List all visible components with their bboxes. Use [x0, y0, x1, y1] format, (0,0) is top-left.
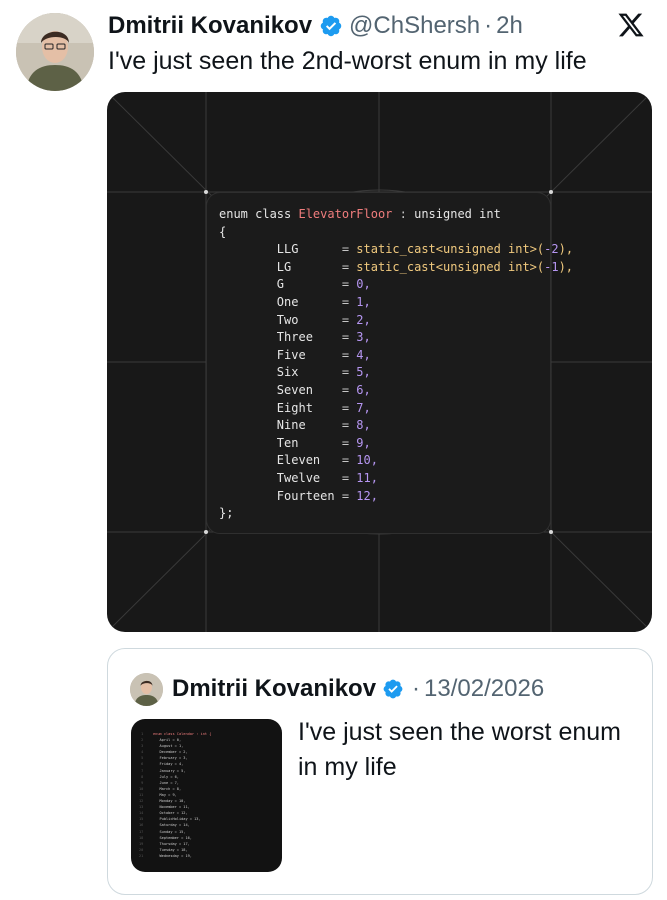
thumb-enum-member: May = 9, — [159, 792, 177, 797]
code-enum-value: 8, — [356, 418, 371, 433]
code-equals: = — [341, 277, 357, 292]
code-keyword: enum class — [219, 207, 292, 221]
code-enum-value: 5, — [356, 365, 371, 380]
code-enum-value: 7, — [356, 400, 371, 415]
quoted-tweet-text: I've just seen the worst enum in my life — [298, 718, 621, 781]
avatar[interactable] — [16, 13, 94, 91]
thumb-enum-member: August = 1, — [159, 744, 184, 749]
code-enum-member: G — [276, 277, 285, 292]
separator-dot: · — [412, 675, 421, 702]
code-enum-value: 1, — [356, 294, 371, 309]
thumb-enum-member: April = 0, — [159, 738, 182, 743]
code-enum-member: Five — [276, 347, 306, 362]
thumb-enum-member: December = 2, — [159, 750, 188, 755]
code-enum-member: Six — [276, 365, 299, 380]
author-name[interactable]: Dmitrii Kovanikov — [108, 12, 312, 40]
quoted-date[interactable]: 13/02/2026 — [424, 675, 544, 703]
separator-dot: · — [484, 12, 493, 39]
thumb-enum-member: February = 3, — [159, 756, 188, 761]
code-enum-value: 6, — [356, 382, 371, 397]
code-enum-value: 2, — [356, 312, 371, 327]
code-colon: : — [399, 207, 407, 221]
code-enum-member: Three — [276, 330, 313, 345]
thumb-enum-member: Saturday = 14, — [159, 823, 190, 828]
code-enum-member: Fourteen — [276, 488, 335, 503]
code-equals: = — [341, 330, 357, 345]
thumb-enum-member: October = 12, — [159, 811, 188, 816]
code-number-literal: -2 — [544, 242, 559, 257]
code-enum-value: static_cast<unsigned int>(-1), — [356, 259, 574, 274]
thumb-enum-member: Friday = 4, — [159, 762, 184, 767]
code-equals: = — [341, 365, 357, 380]
thumb-enum-member: November = 11, — [159, 805, 190, 810]
timestamp[interactable]: 2h — [496, 12, 523, 40]
code-base-type: unsigned int — [414, 207, 501, 221]
thumb-enum-member: Wednesday = 19, — [159, 853, 192, 858]
thumb-enum-member: July = 6, — [159, 774, 179, 779]
quoted-avatar[interactable] — [130, 673, 163, 706]
code-enum-value: static_cast<unsigned int>(-2), — [356, 242, 574, 257]
code-enum-value: 12, — [356, 488, 378, 503]
thumb-code: enum class Calendar : int { April = 0, A… — [153, 731, 211, 859]
tweet-text: I've just seen the 2nd-worst enum in my … — [108, 47, 587, 75]
code-enum-member: Eight — [276, 400, 313, 415]
author-handle[interactable]: @ChShersh — [349, 12, 480, 40]
code-equals: = — [341, 294, 357, 309]
code-enum-member: LG — [276, 259, 292, 274]
code-equals: = — [341, 435, 357, 450]
verified-badge-icon — [382, 678, 404, 700]
code-equals: = — [341, 470, 357, 485]
code-enum-member: Twelve — [276, 470, 321, 485]
quoted-media-thumbnail[interactable]: 1 2 3 4 5 6 7 8 9 10 11 12 13 14 15 16 1… — [131, 719, 282, 872]
thumb-enum-member: September = 16, — [159, 835, 192, 840]
tweet-header: Dmitrii Kovanikov @ChShersh · 2h — [108, 10, 667, 42]
code-close-brace: }; — [219, 506, 234, 521]
code-enum-value: 4, — [356, 347, 371, 362]
code-equals: = — [341, 347, 357, 362]
code-open-brace: { — [219, 224, 227, 239]
code-number-literal: -1 — [544, 259, 559, 274]
thumb-enum-member: Monday = 10, — [159, 799, 186, 804]
verified-badge-icon — [319, 14, 343, 38]
code-enum-member: One — [276, 294, 299, 309]
code-enum-member: Eleven — [276, 453, 321, 468]
code-enum-member: Two — [276, 312, 299, 327]
code-equals: = — [341, 312, 357, 327]
code-equals: = — [341, 242, 357, 257]
thumb-enum-member: March = 8, — [159, 786, 182, 791]
thumb-enum-member: Tuesday = 18, — [159, 847, 188, 852]
code-enum-value: 11, — [356, 470, 378, 485]
thumb-header: enum class Calendar : int { — [153, 732, 212, 736]
code-enum-value: 10, — [356, 453, 378, 468]
quoted-tweet-header: Dmitrii Kovanikov · 13/02/2026 — [172, 673, 544, 705]
quoted-author-name[interactable]: Dmitrii Kovanikov — [172, 675, 376, 703]
code-equals: = — [341, 400, 357, 415]
code-enum-value: 9, — [356, 435, 371, 450]
code-enum-value: 0, — [356, 277, 371, 292]
code-block: enum class ElevatorFloor : unsigned int … — [219, 206, 573, 523]
code-type-name: ElevatorFloor — [298, 207, 393, 221]
code-enum-member: Ten — [276, 435, 299, 450]
code-enum-member: LLG — [276, 242, 299, 257]
thumb-enum-member: Sunday = 15, — [159, 829, 186, 834]
thumb-enum-member: June = 7, — [159, 780, 179, 785]
code-equals: = — [341, 382, 357, 397]
code-enum-value: 3, — [356, 330, 371, 345]
thumb-enum-member: PublicHoliday = 13, — [159, 817, 201, 822]
code-enum-member: Seven — [276, 382, 313, 397]
code-equals: = — [341, 259, 357, 274]
thumb-enum-member: January = 5, — [159, 768, 186, 773]
code-equals: = — [341, 418, 357, 433]
thumb-enum-member: Thursday = 17, — [159, 841, 190, 846]
x-logo-icon[interactable] — [617, 11, 645, 39]
thumb-line-numbers: 1 2 3 4 5 6 7 8 9 10 11 12 13 14 15 16 1… — [139, 732, 144, 858]
code-equals: = — [341, 453, 357, 468]
code-equals: = — [341, 488, 357, 503]
code-enum-member: Nine — [276, 418, 306, 433]
tweet-media-image[interactable]: enum class ElevatorFloor : unsigned int … — [107, 92, 652, 632]
